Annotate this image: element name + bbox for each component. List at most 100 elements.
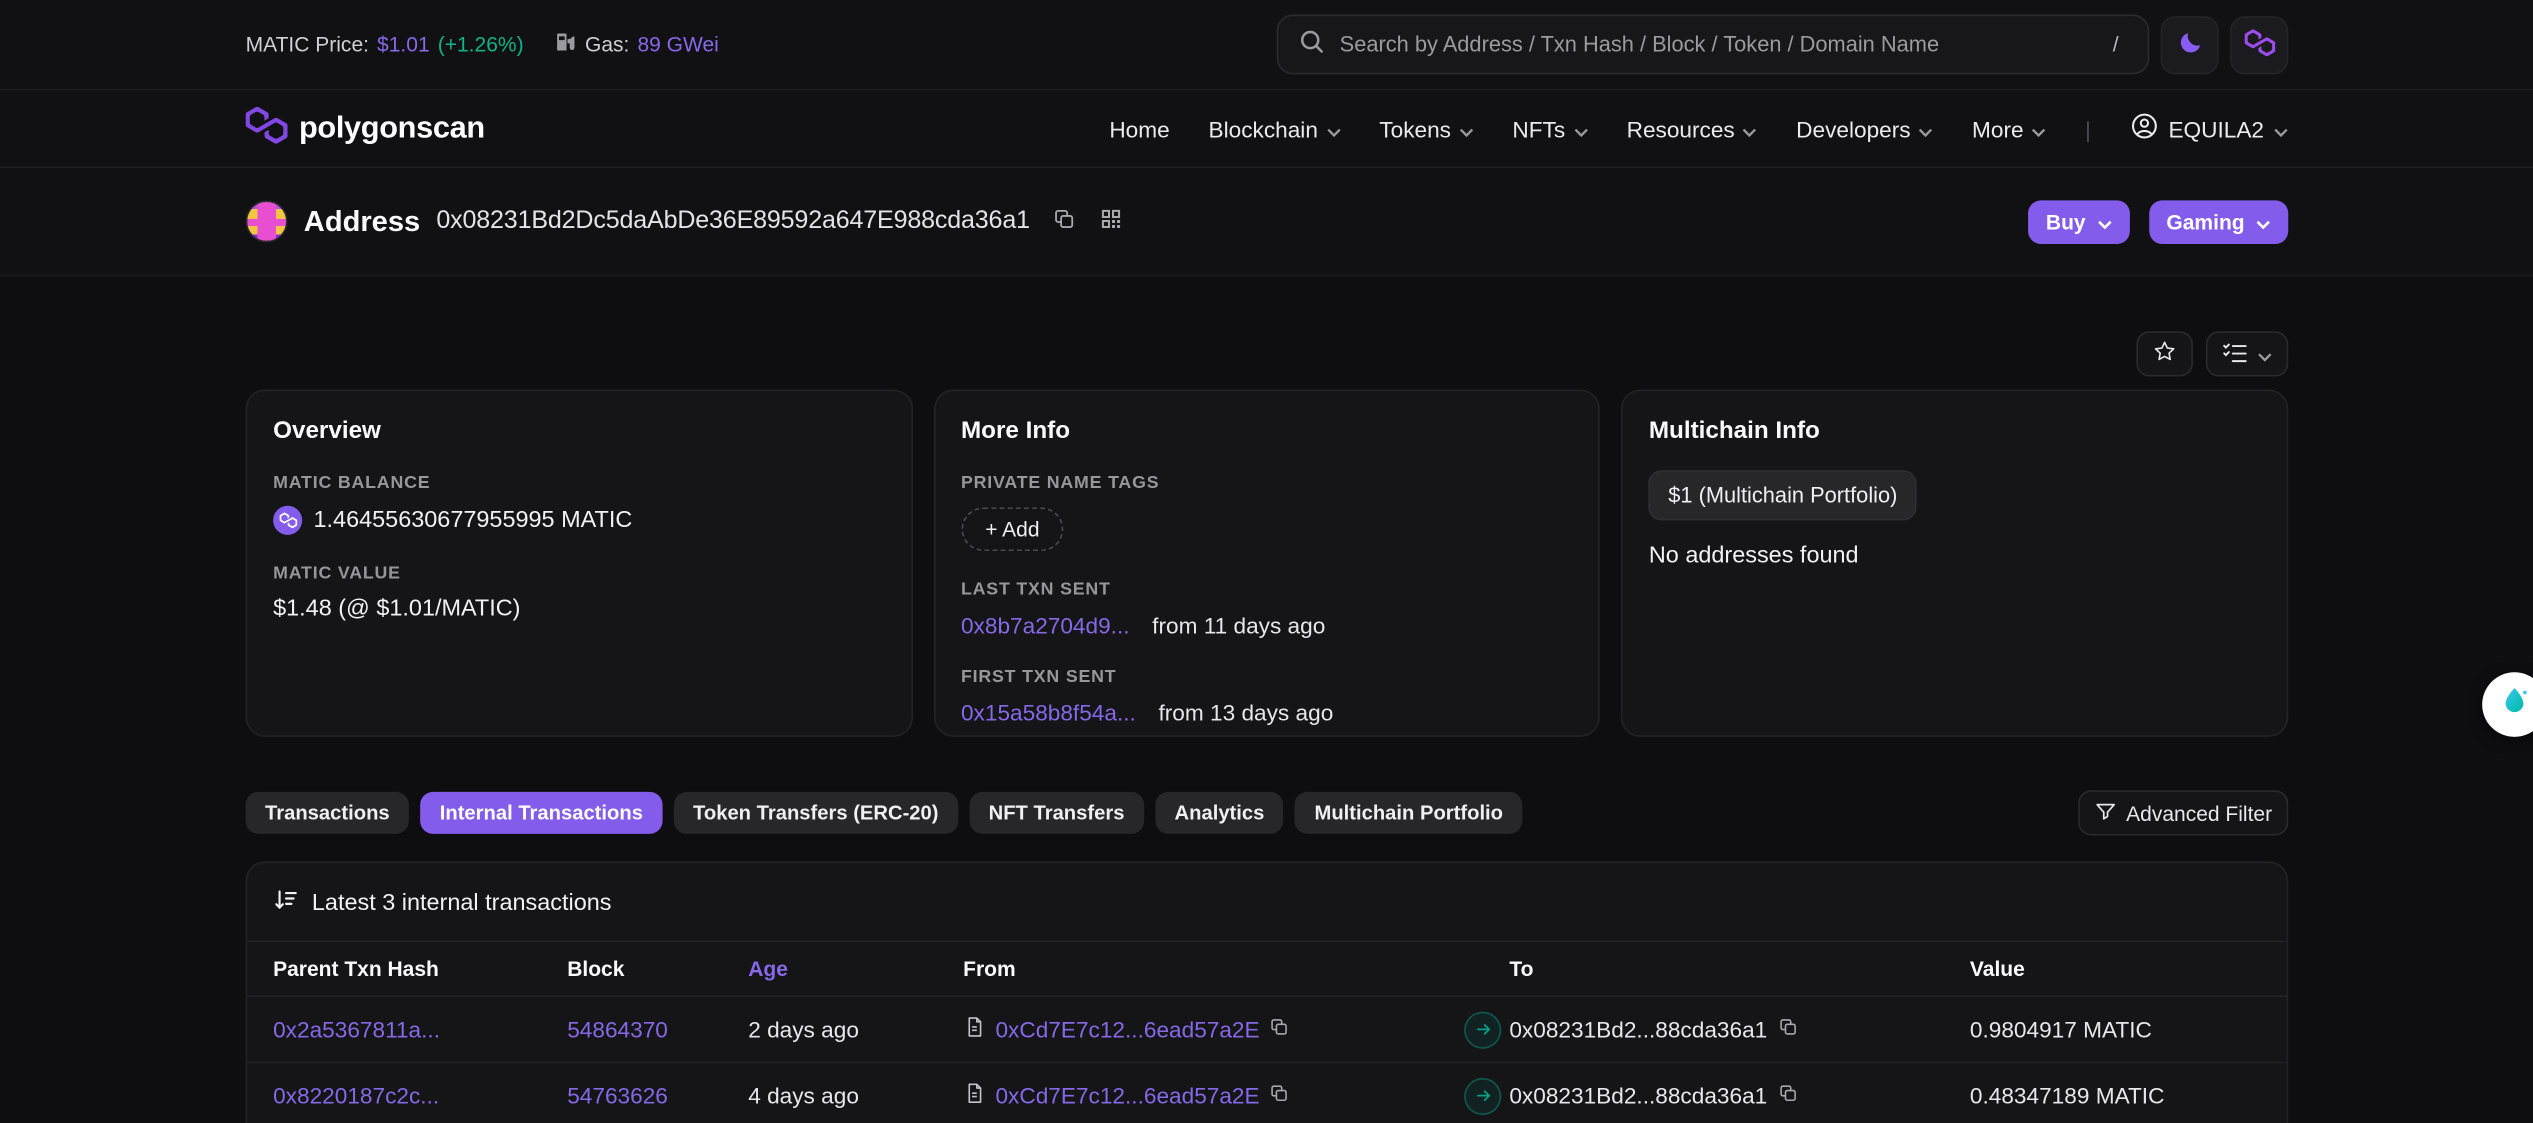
- chevron-down-icon: [1326, 116, 1341, 142]
- tab-analytics[interactable]: Analytics: [1155, 792, 1284, 834]
- table-row: 0x2a5367811a... 54864370 2 days ago 0xCd…: [247, 997, 2286, 1063]
- nav-user-menu[interactable]: EQUILA2: [2130, 112, 2289, 146]
- copy-icon: [1269, 1083, 1290, 1109]
- to-address-text: 0x08231Bd2...88cda36a1: [1509, 1083, 1767, 1109]
- buy-button[interactable]: Buy: [2028, 200, 2129, 244]
- tab-bar: Transactions Internal Transactions Token…: [246, 790, 2289, 835]
- nav-item-developers[interactable]: Developers: [1796, 116, 1933, 142]
- nav-item-resources[interactable]: Resources: [1627, 116, 1758, 142]
- chevron-down-icon: [2274, 116, 2289, 142]
- address-hash: 0x08231Bd2Dc5daAbDe36E89592a647E988cda36…: [436, 207, 1030, 236]
- copy-to-address-button[interactable]: [1777, 1083, 1798, 1109]
- tab-nft-transfers[interactable]: NFT Transfers: [969, 792, 1144, 834]
- gaming-button[interactable]: Gaming: [2149, 200, 2289, 244]
- copy-address-button[interactable]: [1052, 207, 1076, 236]
- more-info-card: More Info PRIVATE NAME TAGS + Add LAST T…: [933, 389, 1600, 736]
- last-txn-hash-link[interactable]: 0x8b7a2704d9...: [961, 612, 1130, 638]
- column-to: To: [1509, 957, 1970, 981]
- nav-item-home[interactable]: Home: [1109, 116, 1169, 142]
- search-icon: [1298, 27, 1325, 63]
- summary-cards: Overview MATIC BALANCE 1.464556306779559…: [246, 389, 2289, 736]
- matic-balance-label: MATIC BALANCE: [273, 473, 885, 492]
- nav-item-nfts[interactable]: NFTs: [1512, 116, 1587, 142]
- multichain-info-card: Multichain Info $1 (Multichain Portfolio…: [1621, 389, 2288, 736]
- copy-from-address-button[interactable]: [1269, 1083, 1290, 1109]
- gas-label: Gas:: [585, 32, 629, 56]
- matic-price-label: MATIC Price:: [246, 32, 369, 56]
- column-from: From: [963, 957, 1464, 981]
- chevron-down-icon: [2032, 116, 2047, 142]
- search-input[interactable]: [1340, 32, 2089, 56]
- network-switch-button[interactable]: [2230, 15, 2288, 73]
- address-header: Address 0x08231Bd2Dc5daAbDe36E89592a647E…: [0, 168, 2533, 276]
- support-widget-button[interactable]: [2482, 672, 2533, 737]
- matic-value-label: MATIC VALUE: [273, 564, 885, 583]
- copy-to-address-button[interactable]: [1777, 1016, 1798, 1042]
- direction-in-icon: [1464, 1077, 1501, 1114]
- to-address-text: 0x08231Bd2...88cda36a1: [1509, 1016, 1767, 1042]
- last-txn-sent-label: LAST TXN SENT: [961, 580, 1573, 599]
- watchlist-star-button[interactable]: [2136, 331, 2193, 376]
- chevron-down-icon: [1743, 116, 1758, 142]
- parent-txn-hash-link[interactable]: 0x8220187c2c...: [273, 1083, 439, 1109]
- search-bar[interactable]: /: [1277, 15, 2150, 75]
- tab-token-transfers[interactable]: Token Transfers (ERC-20): [674, 792, 958, 834]
- qr-code-icon: [1099, 207, 1123, 236]
- multichain-empty-text: No addresses found: [1649, 543, 2261, 569]
- nav-separator: |: [2085, 116, 2091, 142]
- water-drop-icon: [2497, 683, 2533, 727]
- overview-title: Overview: [273, 417, 885, 444]
- matic-balance-value: 1.46455630677955995 MATIC: [314, 507, 633, 533]
- gas-value[interactable]: 89 GWei: [637, 32, 718, 56]
- first-txn-time: from 13 days ago: [1158, 700, 1333, 726]
- nav-menu: Home Blockchain Tokens NFTs Resources: [1109, 112, 2288, 146]
- first-txn-sent-label: FIRST TXN SENT: [961, 667, 1573, 686]
- checklist-menu-button[interactable]: [2206, 331, 2288, 376]
- sort-descending-icon: [273, 887, 299, 919]
- qr-code-button[interactable]: [1099, 207, 1123, 236]
- add-name-tag-button[interactable]: + Add: [961, 507, 1064, 551]
- nav-item-more[interactable]: More: [1972, 116, 2046, 142]
- multichain-title: Multichain Info: [1649, 417, 2261, 444]
- address-type-label: Address: [304, 204, 420, 238]
- copy-from-address-button[interactable]: [1269, 1016, 1290, 1042]
- main-content: Overview MATIC BALANCE 1.464556306779559…: [246, 331, 2289, 1123]
- chevron-down-icon: [1919, 116, 1934, 142]
- user-name: EQUILA2: [2168, 116, 2264, 142]
- private-name-tags-label: PRIVATE NAME TAGS: [961, 473, 1573, 492]
- brand-logo[interactable]: polygonscan: [246, 106, 485, 151]
- from-address-link[interactable]: 0xCd7E7c12...6ead57a2E: [995, 1016, 1259, 1042]
- nav-item-tokens[interactable]: Tokens: [1379, 116, 1473, 142]
- chevron-down-icon: [2097, 209, 2112, 233]
- parent-txn-hash-link[interactable]: 0x2a5367811a...: [273, 1016, 440, 1042]
- page-actions: [246, 331, 2289, 376]
- tab-transactions[interactable]: Transactions: [246, 792, 409, 834]
- user-icon: [2130, 112, 2159, 146]
- column-age-toggle[interactable]: Age: [748, 957, 963, 981]
- polygonscan-logo-icon: [246, 106, 288, 151]
- matic-price-value[interactable]: $1.01: [377, 32, 430, 56]
- tab-multichain-portfolio[interactable]: Multichain Portfolio: [1295, 792, 1522, 834]
- main-nav: polygonscan Home Blockchain Tokens NFTs: [0, 90, 2533, 168]
- polygon-icon: [2244, 28, 2275, 60]
- search-shortcut-hint: /: [2103, 31, 2128, 58]
- dark-mode-toggle[interactable]: [2161, 15, 2219, 73]
- moon-icon: [2176, 28, 2203, 60]
- direction-in-icon: [1464, 1011, 1501, 1048]
- from-address-link[interactable]: 0xCd7E7c12...6ead57a2E: [995, 1083, 1259, 1109]
- age-cell: 4 days ago: [748, 1083, 963, 1109]
- nav-item-blockchain[interactable]: Blockchain: [1208, 116, 1340, 142]
- tab-internal-transactions[interactable]: Internal Transactions: [420, 792, 662, 834]
- first-txn-hash-link[interactable]: 0x15a58b8f54a...: [961, 700, 1136, 726]
- advanced-filter-button[interactable]: Advanced Filter: [2078, 790, 2289, 835]
- copy-icon: [1052, 207, 1076, 236]
- last-txn-time: from 11 days ago: [1152, 612, 1325, 638]
- matic-token-icon: [273, 506, 302, 535]
- star-icon: [2153, 339, 2177, 368]
- block-link[interactable]: 54763626: [567, 1083, 668, 1109]
- chevron-down-icon: [2258, 342, 2273, 366]
- multichain-portfolio-badge[interactable]: $1 (Multichain Portfolio): [1649, 470, 1917, 520]
- list-check-icon: [2222, 340, 2248, 367]
- more-info-title: More Info: [961, 417, 1573, 444]
- block-link[interactable]: 54864370: [567, 1016, 668, 1042]
